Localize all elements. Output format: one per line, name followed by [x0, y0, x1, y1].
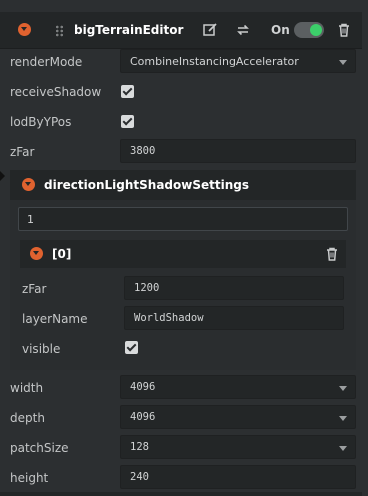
chevron-down-icon	[339, 60, 347, 65]
depth-label: depth	[10, 411, 45, 425]
collapse-caret-icon[interactable]	[22, 178, 35, 191]
receiveshadow-checkbox[interactable]	[121, 85, 134, 98]
width-value: 4096	[130, 381, 156, 393]
group-marker-icon	[0, 171, 5, 181]
receiveshadow-label: receiveShadow	[10, 85, 102, 99]
collapse-caret-icon[interactable]	[30, 247, 43, 260]
shadow-settings-title: directionLightShadowSettings	[44, 178, 249, 192]
component-header[interactable]: bigTerrainEditor On	[0, 12, 362, 49]
toggle-knob	[310, 24, 322, 36]
width-label: width	[10, 381, 44, 395]
trash-icon[interactable]	[335, 21, 353, 39]
layername-label: layerName	[22, 312, 88, 326]
height-input[interactable]: 240	[120, 465, 356, 489]
next-row-edge	[0, 492, 362, 496]
zfar-input[interactable]: 3800	[120, 139, 356, 163]
array-size-input[interactable]: 1	[18, 207, 348, 231]
lodbyypos-checkbox[interactable]	[121, 115, 134, 128]
item-zfar-label: zFar	[22, 282, 47, 296]
enabled-toggle[interactable]	[294, 22, 324, 38]
enabled-label: On	[271, 23, 290, 37]
patchsize-value: 128	[130, 441, 149, 453]
rendermode-value: CombineInstancingAccelerator	[130, 55, 299, 68]
lodbyypos-label: lodByYPos	[10, 115, 72, 129]
patchsize-label: patchSize	[10, 441, 69, 455]
shadow-settings-group: directionLightShadowSettings	[10, 170, 356, 370]
item-zfar-input[interactable]: 1200	[124, 276, 344, 300]
collapse-caret-icon[interactable]	[18, 23, 31, 36]
depth-select[interactable]: 4096	[120, 405, 356, 429]
height-label: height	[10, 471, 49, 485]
array-item-title: [0]	[52, 247, 72, 261]
chevron-down-icon	[339, 446, 347, 451]
inspector-panel: bigTerrainEditor On renderMode CombineIn…	[0, 0, 368, 496]
chevron-down-icon	[339, 416, 347, 421]
visible-checkbox[interactable]	[125, 341, 138, 354]
visible-label: visible	[22, 342, 61, 356]
array-item-header[interactable]: [0]	[20, 240, 346, 268]
chevron-down-icon	[339, 386, 347, 391]
width-select[interactable]: 4096	[120, 375, 356, 399]
rendermode-label: renderMode	[10, 55, 83, 69]
reset-icon[interactable]	[234, 21, 252, 39]
patchsize-select[interactable]: 128	[120, 435, 356, 459]
shadow-settings-header[interactable]: directionLightShadowSettings	[10, 170, 356, 200]
depth-value: 4096	[130, 411, 156, 423]
trash-icon[interactable]	[323, 245, 341, 263]
zfar-label: zFar	[10, 145, 35, 159]
edit-icon[interactable]	[201, 21, 219, 39]
layername-input[interactable]: WorldShadow	[124, 306, 344, 330]
component-title: bigTerrainEditor	[74, 23, 184, 37]
drag-handle-icon[interactable]	[55, 25, 64, 37]
rendermode-select[interactable]: CombineInstancingAccelerator	[120, 49, 356, 73]
